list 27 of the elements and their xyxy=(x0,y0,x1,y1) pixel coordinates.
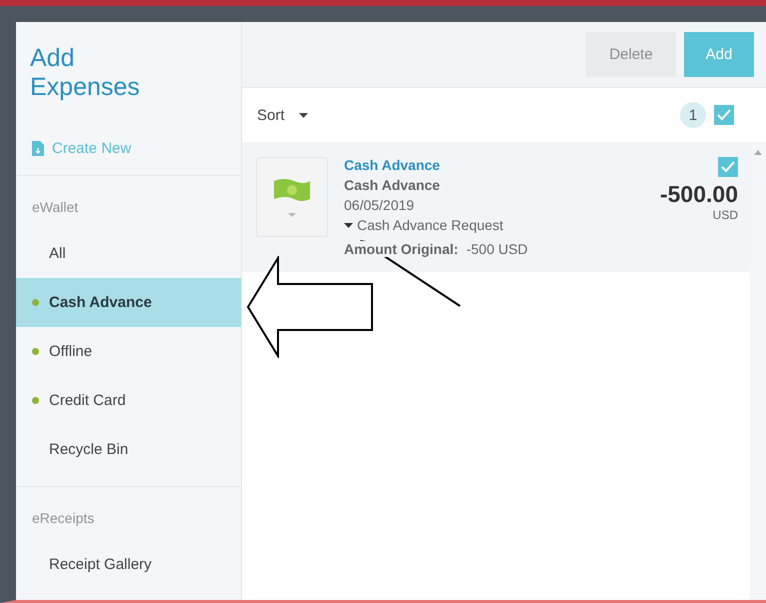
expense-amount: -500.00 xyxy=(660,181,738,208)
checkbox[interactable] xyxy=(718,157,738,177)
nav-item[interactable]: Cash Advance xyxy=(16,278,241,327)
checkbox[interactable] xyxy=(714,105,734,125)
caret-icon xyxy=(288,213,296,217)
selected-count: 1 xyxy=(680,102,706,128)
section-heading: eReceipts xyxy=(31,509,96,528)
banknote-icon xyxy=(272,177,312,203)
caret-icon xyxy=(344,222,353,228)
request-link[interactable]: Cash Advance Request xyxy=(357,217,504,233)
amount-original-label: Amount Original: xyxy=(344,241,458,257)
caret-icon xyxy=(298,112,308,118)
amount-original-value: -500 USD xyxy=(466,241,528,257)
nav-item[interactable]: Offline xyxy=(16,327,241,376)
nav-item[interactable]: All xyxy=(16,229,241,278)
expense-card[interactable]: Cash Advance Cash Advance 06/05/2019 Cash Advance Request Amount Original: -500 USD -500.00 USD xyxy=(242,142,750,272)
nav-item[interactable]: Credit Card xyxy=(16,376,241,425)
section-heading: eWallet xyxy=(31,198,80,217)
expense-type: Cash Advance xyxy=(344,177,441,193)
document-icon xyxy=(32,141,44,156)
currency: USD xyxy=(712,208,738,222)
scroll-up-icon[interactable] xyxy=(754,150,762,155)
nav-item[interactable]: Receipt Gallery xyxy=(16,540,241,589)
expense-date: 06/05/2019 xyxy=(344,197,416,213)
page-title: Add Expenses xyxy=(29,43,141,103)
nav-item[interactable]: Recycle Bin xyxy=(16,425,241,474)
sort-dropdown[interactable]: Sort xyxy=(257,106,308,124)
